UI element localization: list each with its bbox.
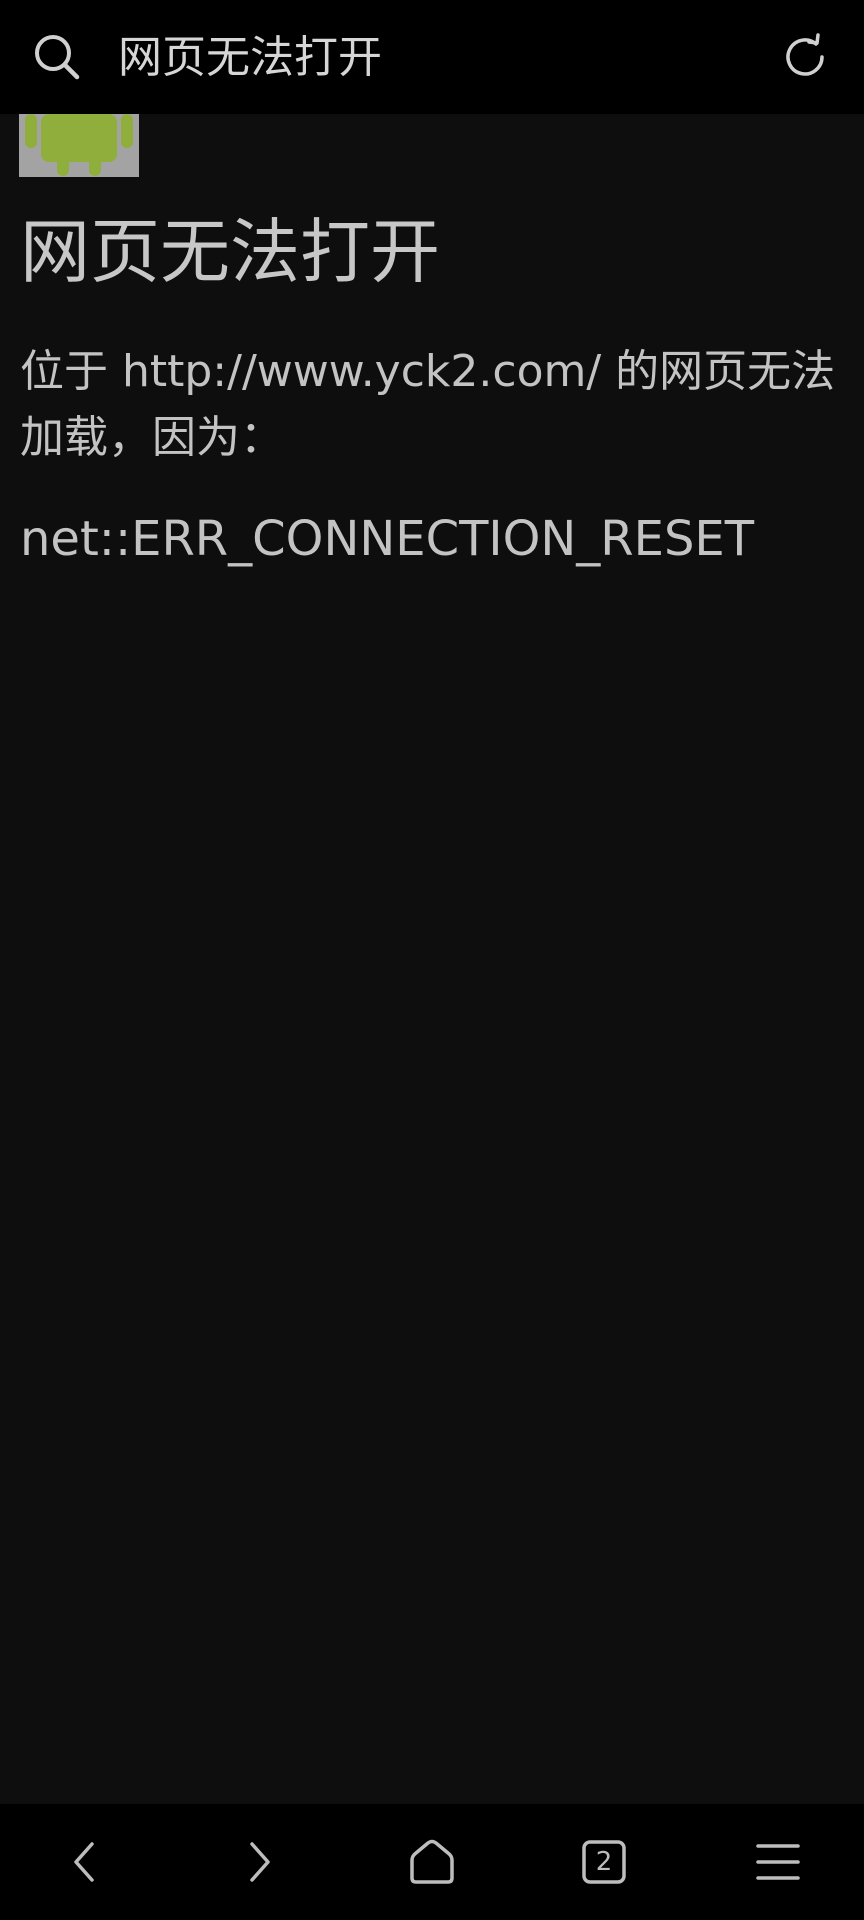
search-icon[interactable] (32, 32, 82, 82)
page-title[interactable]: 网页无法打开 (118, 28, 382, 88)
android-robot-image (19, 114, 139, 177)
tabs-count: 2 (595, 1847, 613, 1877)
home-icon (410, 1839, 454, 1884)
menu-button[interactable] (746, 1830, 810, 1894)
refresh-icon[interactable] (778, 30, 832, 84)
address-bar: 网页无法打开 (0, 0, 864, 114)
tabs-button[interactable]: 2 (572, 1830, 636, 1894)
error-page: 网页无法打开 位于 http://www.yck2.com/ 的网页无法加载，因… (0, 114, 864, 1804)
menu-icon (756, 1844, 800, 1880)
back-button[interactable] (54, 1830, 118, 1894)
home-button[interactable] (400, 1830, 464, 1894)
forward-button[interactable] (226, 1830, 290, 1894)
error-message: 位于 http://www.yck2.com/ 的网页无法加载，因为： (20, 346, 836, 463)
error-heading: 网页无法打开 (20, 211, 440, 293)
bottom-navigation-bar: 2 (0, 1804, 864, 1920)
error-code: net::ERR_CONNECTION_RESET (20, 511, 755, 567)
chevron-left-icon (74, 1842, 94, 1882)
chevron-right-icon (250, 1842, 270, 1882)
